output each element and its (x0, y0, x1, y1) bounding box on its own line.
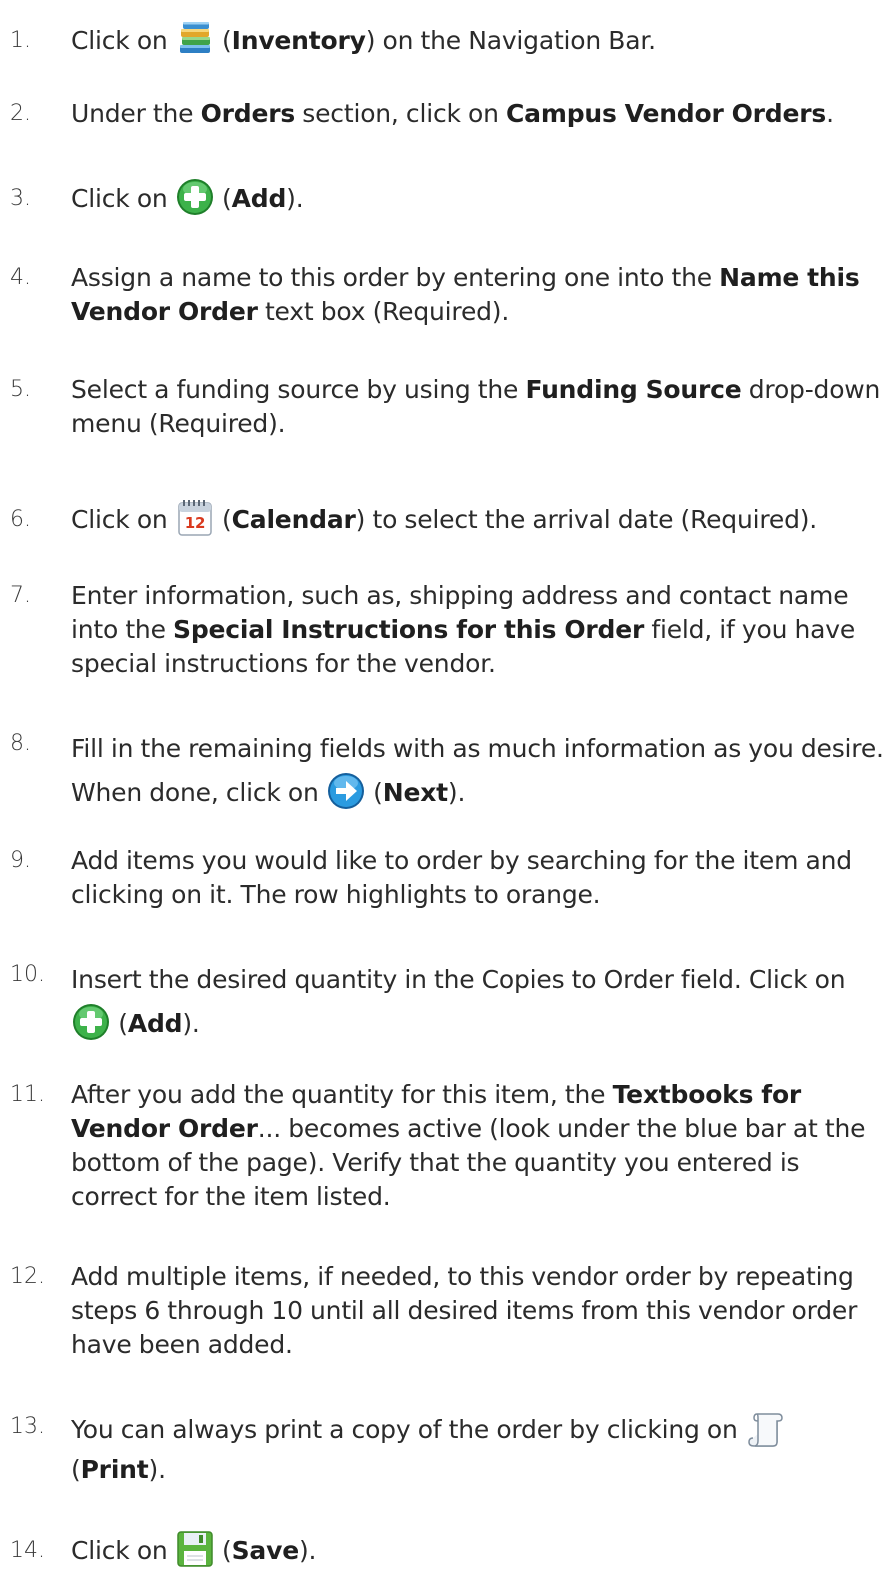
step-text: Under the Orders section, click on Campu… (71, 99, 834, 128)
next-arrow-icon (326, 771, 366, 811)
step-text: You can always print a copy of the order… (71, 1410, 885, 1490)
step-text: Fill in the remaining fields with as muc… (71, 727, 885, 815)
step-number: 4. (10, 265, 31, 290)
step-number: 7. (10, 583, 31, 608)
step-text: After you add the quantity for this item… (71, 1080, 866, 1211)
add-plus-icon (71, 1002, 111, 1042)
step-number: 2. (10, 101, 31, 126)
step-number: 9. (10, 848, 31, 873)
step-text: Select a funding source by using the Fun… (71, 375, 881, 438)
step-number: 5. (10, 377, 31, 402)
svg-text:12: 12 (185, 514, 205, 532)
step-number: 10. (10, 962, 45, 987)
add-plus-icon (175, 177, 215, 217)
step-number: 3. (10, 186, 31, 211)
step-number: 8. (10, 731, 31, 756)
step-text: Add multiple items, if needed, to this v… (71, 1262, 858, 1359)
step-number: 1. (10, 28, 31, 53)
step-text: Enter information, such as, shipping add… (71, 581, 856, 678)
step-text: Add items you would like to order by sea… (71, 846, 852, 909)
step-number: 6. (10, 507, 31, 532)
step-text: Assign a name to this order by entering … (71, 263, 860, 326)
save-disk-icon (175, 1529, 215, 1569)
step-text: Click on (Add). (71, 179, 885, 217)
step-text: Click on (Inventory) on the Navigation B… (71, 22, 885, 59)
step-number: 12. (10, 1264, 45, 1289)
step-number: 13. (10, 1414, 45, 1439)
step-number: 14. (10, 1538, 45, 1563)
step-text: Click on (Save). (71, 1531, 885, 1569)
inventory-books-icon (175, 19, 215, 59)
step-text: Insert the desired quantity in the Copie… (71, 958, 885, 1046)
calendar-icon: 12 (175, 498, 215, 538)
print-scroll-icon (745, 1408, 785, 1448)
step-number: 11. (10, 1082, 45, 1107)
step-text: Click on 12 (Calendar) to select the arr… (71, 500, 885, 538)
